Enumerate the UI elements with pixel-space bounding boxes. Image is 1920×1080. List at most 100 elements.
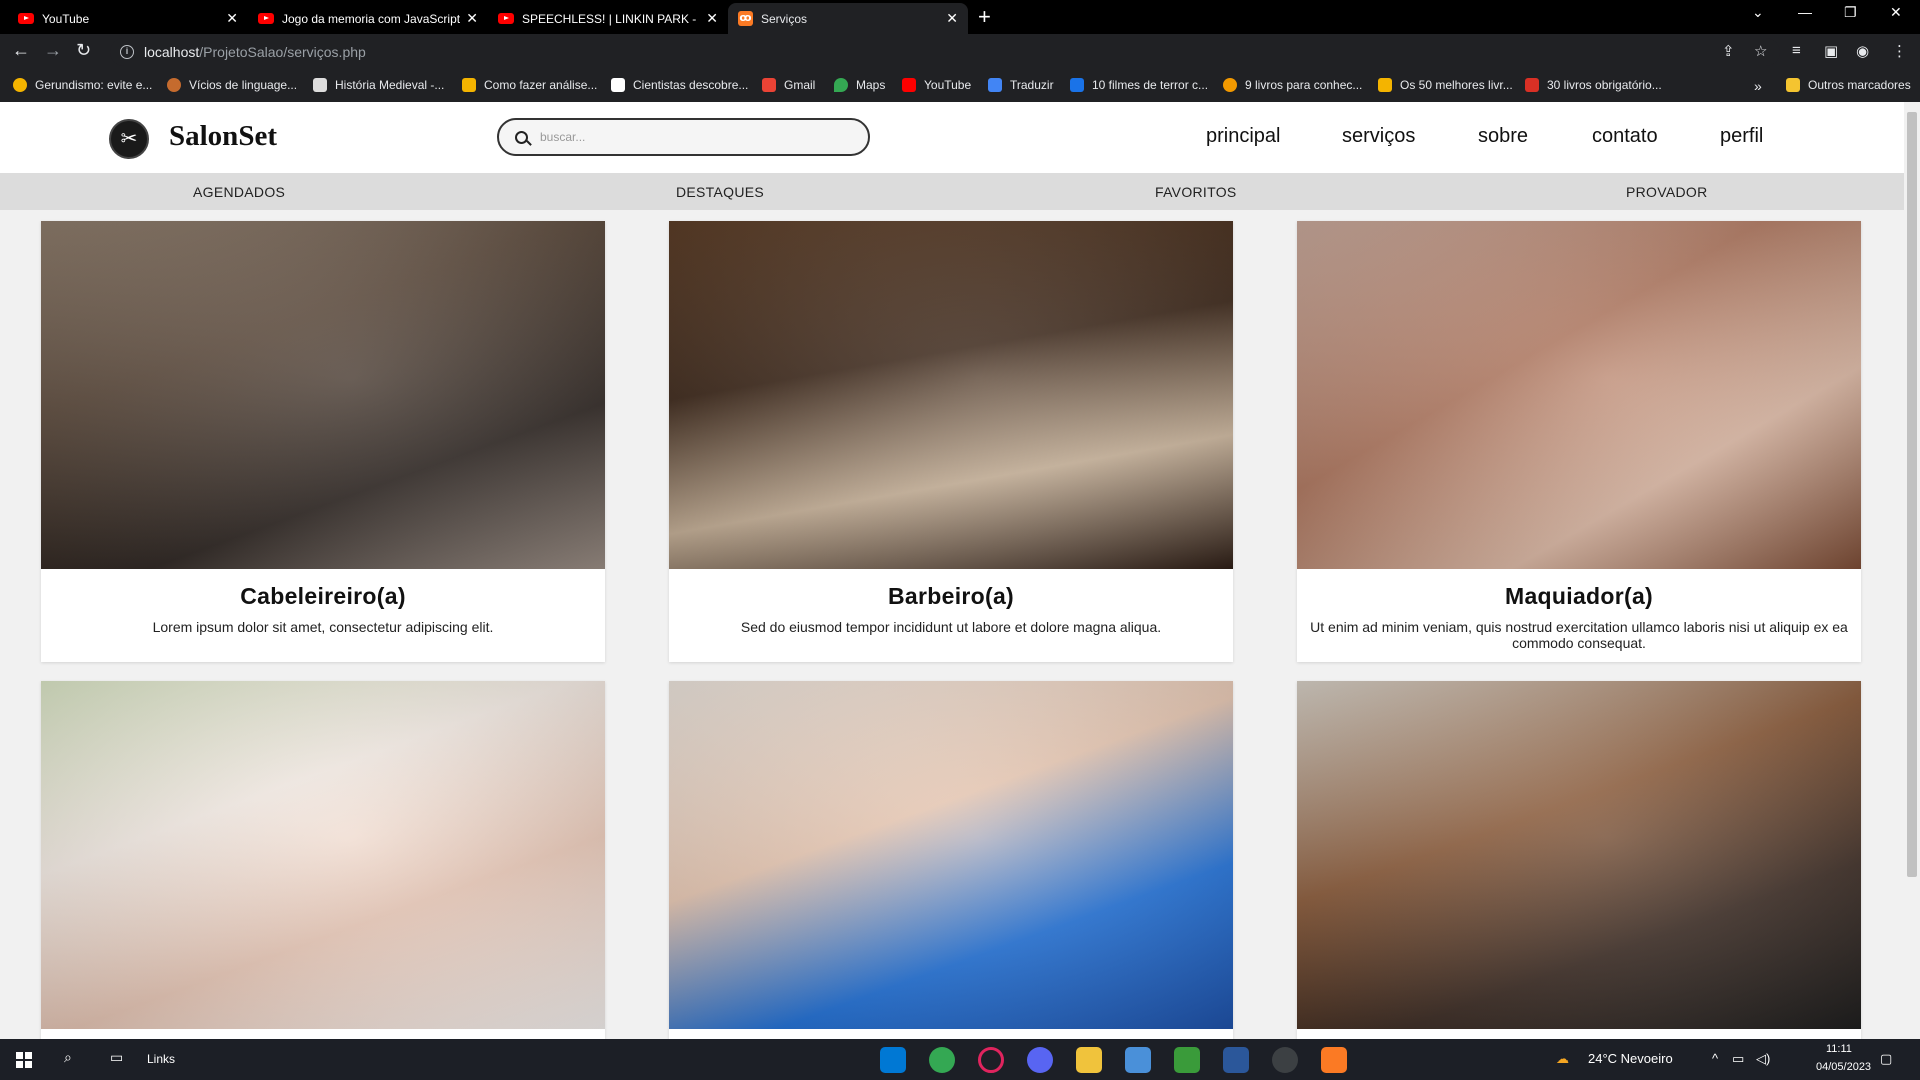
links-toolbar[interactable]: Links: [147, 1052, 175, 1066]
url-text[interactable]: localhost/ProjetoSalao/serviços.php: [144, 44, 366, 60]
close-icon[interactable]: ✕: [466, 10, 478, 27]
tab-title: YouTube: [42, 11, 90, 26]
weather-icon[interactable]: ☁: [1556, 1051, 1569, 1067]
close-icon[interactable]: ✕: [226, 10, 238, 27]
tab-jogo-memoria[interactable]: Jogo da memoria com JavaScript ✕: [248, 3, 488, 34]
discord-icon[interactable]: [1027, 1047, 1053, 1073]
subnav-provador[interactable]: PROVADOR: [1626, 184, 1708, 200]
bookmark-item[interactable]: Os 50 melhores livr...: [1378, 78, 1513, 92]
windows-taskbar: ⌕ ▭ Links ☁ 24°C Nevoeiro ^ ▭ ◁) 11:11 0…: [0, 1039, 1920, 1080]
notifications-icon[interactable]: ▢: [1880, 1051, 1892, 1067]
service-card-pedicure[interactable]: [669, 681, 1233, 1039]
bookmark-item[interactable]: Traduzir: [988, 78, 1054, 92]
nav-principal[interactable]: principal: [1206, 125, 1280, 148]
bookmark-label: Gmail: [784, 78, 816, 92]
service-card-maquiador[interactable]: Maquiador(a) Ut enim ad minim veniam, qu…: [1297, 221, 1861, 662]
new-tab-button[interactable]: +: [978, 5, 991, 29]
brand-name[interactable]: SalonSet: [169, 120, 277, 153]
service-card-colorista[interactable]: [1297, 681, 1861, 1039]
search-icon[interactable]: ⌕: [64, 1049, 72, 1066]
bookmark-item[interactable]: 9 livros para conhec...: [1223, 78, 1362, 92]
close-icon[interactable]: ✕: [946, 10, 958, 27]
network-icon[interactable]: ▭: [1732, 1051, 1744, 1067]
tab-youtube[interactable]: YouTube ✕: [8, 3, 248, 34]
bookmark-item[interactable]: Cientistas descobre...: [611, 78, 748, 92]
xampp-icon[interactable]: [1321, 1047, 1347, 1073]
bookmark-item[interactable]: Gerundismo: evite e...: [13, 78, 152, 92]
card-description: Sed do eiusmod tempor incididunt ut labo…: [740, 619, 1162, 635]
bookmark-label: YouTube: [924, 78, 972, 92]
task-view-icon[interactable]: ▭: [110, 1049, 123, 1066]
profile-avatar-icon[interactable]: ◉: [1856, 42, 1869, 60]
tab-servicos[interactable]: ꝏ Serviços ✕: [728, 3, 968, 34]
youtube-icon: [18, 13, 34, 24]
chrome-profile-icon[interactable]: [1272, 1047, 1298, 1073]
service-card-manicure[interactable]: [41, 681, 605, 1039]
windows-start-icon[interactable]: [16, 1052, 32, 1068]
subnav-agendados[interactable]: AGENDADOS: [193, 184, 285, 200]
info-icon[interactable]: i: [120, 45, 134, 59]
close-window-button[interactable]: ✕: [1890, 4, 1902, 21]
page-scrollbar[interactable]: [1904, 102, 1920, 1039]
service-card-barbeiro[interactable]: Barbeiro(a) Sed do eiusmod tempor incidi…: [669, 221, 1233, 662]
restore-button[interactable]: ❐: [1844, 4, 1857, 21]
opera-icon[interactable]: [978, 1047, 1004, 1073]
tab-search-icon[interactable]: ⌄: [1752, 4, 1764, 21]
microsoft-store-icon[interactable]: [1125, 1047, 1151, 1073]
tray-chevron-icon[interactable]: ^: [1712, 1051, 1718, 1066]
bookmark-item[interactable]: Vícios de linguage...: [167, 78, 297, 92]
word-icon[interactable]: [1223, 1047, 1249, 1073]
clock-time[interactable]: 11:11: [1826, 1043, 1852, 1055]
hair-coloring-photo: [1297, 681, 1861, 1029]
reload-icon[interactable]: ↻: [76, 40, 91, 61]
nav-perfil[interactable]: perfil: [1720, 125, 1763, 148]
side-panel-icon[interactable]: ▣: [1824, 42, 1838, 60]
share-icon[interactable]: ⇪: [1722, 42, 1735, 60]
address-bar[interactable]: i localhost/ProjetoSalao/serviços.php: [110, 38, 1780, 66]
tab-speechless[interactable]: SPEECHLESS! | LINKIN PARK - FIG ✕: [488, 3, 728, 34]
sub-nav: AGENDADOS DESTAQUES FAVORITOS PROVADOR: [0, 173, 1904, 210]
back-arrow-icon[interactable]: ←: [12, 40, 30, 61]
forward-arrow-icon[interactable]: →: [44, 40, 62, 61]
clock-date[interactable]: 04/05/2023: [1816, 1061, 1871, 1073]
bookmark-item[interactable]: Como fazer análise...: [462, 78, 597, 92]
bookmark-item[interactable]: YouTube: [902, 78, 971, 92]
scissors-logo-icon[interactable]: ✂: [109, 119, 149, 159]
file-explorer-icon[interactable]: [1076, 1047, 1102, 1073]
bookmark-item[interactable]: Gmail: [762, 78, 815, 92]
menu-dots-icon[interactable]: ⋮: [1892, 42, 1907, 60]
scrollbar-thumb[interactable]: [1907, 112, 1917, 877]
bookmark-favicon-icon: [13, 78, 27, 92]
bookmark-favicon-icon: [462, 78, 476, 92]
subnav-destaques[interactable]: DESTAQUES: [676, 184, 764, 200]
card-title: Maquiador(a): [1505, 583, 1653, 609]
bookmark-item[interactable]: 10 filmes de terror c...: [1070, 78, 1208, 92]
bookmark-item[interactable]: 30 livros obrigatório...: [1525, 78, 1662, 92]
search-icon[interactable]: [515, 130, 528, 144]
nav-sobre[interactable]: sobre: [1478, 125, 1528, 148]
bookmarks-overflow-button[interactable]: »: [1754, 78, 1762, 94]
weather-text[interactable]: 24°C Nevoeiro: [1588, 1051, 1673, 1066]
books-app-icon[interactable]: [1174, 1047, 1200, 1073]
search-box[interactable]: [497, 118, 870, 156]
pedicure-photo: [669, 681, 1233, 1029]
volume-icon[interactable]: ◁): [1756, 1051, 1770, 1067]
minimize-button[interactable]: —: [1798, 4, 1812, 20]
bookmark-item[interactable]: Maps: [834, 78, 885, 92]
nav-servicos[interactable]: serviços: [1342, 125, 1415, 148]
close-icon[interactable]: ✕: [706, 10, 718, 27]
search-input[interactable]: [540, 130, 840, 144]
nav-contato[interactable]: contato: [1592, 125, 1658, 148]
makeup-artist-photo: [1297, 221, 1861, 569]
bookmark-item[interactable]: História Medieval -...: [313, 78, 444, 92]
other-bookmarks-folder[interactable]: Outros marcadores: [1786, 78, 1911, 92]
page-viewport: ✂ SalonSet principal serviços sobre cont…: [0, 102, 1904, 1039]
media-queue-icon[interactable]: ≡: [1792, 42, 1801, 59]
youtube-icon: [258, 13, 274, 24]
chrome-icon[interactable]: [929, 1047, 955, 1073]
manicure-photo: [41, 681, 605, 1029]
vscode-icon[interactable]: [880, 1047, 906, 1073]
subnav-favoritos[interactable]: FAVORITOS: [1155, 184, 1237, 200]
service-card-cabeleireiro[interactable]: Cabeleireiro(a) Lorem ipsum dolor sit am…: [41, 221, 605, 662]
star-icon[interactable]: ☆: [1754, 42, 1767, 60]
